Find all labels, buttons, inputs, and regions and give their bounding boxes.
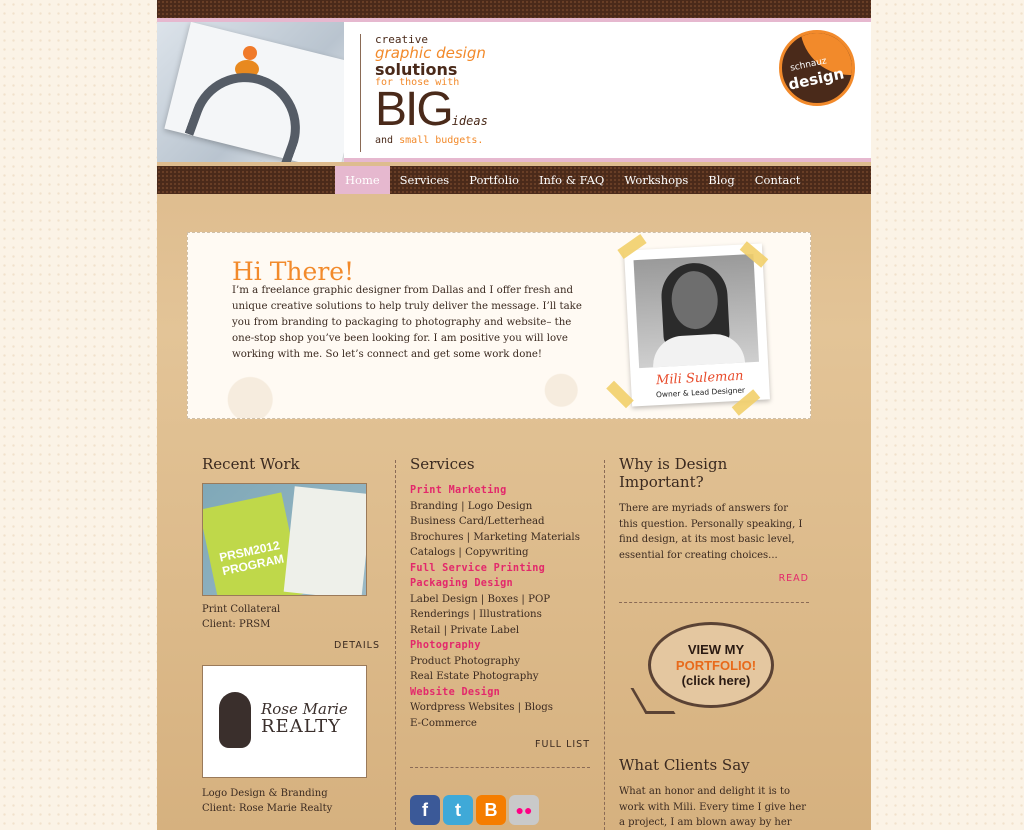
service-category[interactable]: Website Design	[410, 685, 590, 701]
keyhole-logo-icon	[219, 692, 251, 748]
recent-work-client-2: Client: Rose Marie Realty	[202, 803, 333, 814]
flickr-icon[interactable]: ●●	[509, 795, 539, 825]
facebook-icon[interactable]: f	[410, 795, 440, 825]
profile-photo	[633, 253, 760, 369]
clients-text: What an honor and delight it is to work …	[619, 786, 807, 828]
services-column: Services Print Marketing Branding | Logo …	[410, 455, 590, 768]
service-category[interactable]: Print Marketing	[410, 483, 590, 499]
tagline-ideas: ideas	[451, 114, 488, 128]
rose-marie-logo-line2: REALTY	[261, 716, 342, 737]
page: creative graphic design solutions for th…	[157, 0, 871, 830]
intro-heading: Hi There!	[232, 257, 355, 286]
main-navbar: Home Services Portfolio Info & FAQ Works…	[157, 166, 871, 194]
prsm-book-text: PRSM2012 PROGRAM	[218, 538, 286, 579]
nav-services[interactable]: Services	[390, 166, 460, 194]
tagline-and: and	[375, 135, 394, 146]
hero-photo	[157, 22, 344, 162]
recent-work-client-1: Client: PRSM	[202, 619, 271, 630]
nav-portfolio[interactable]: Portfolio	[459, 166, 529, 194]
service-item[interactable]: Brochures | Marketing Materials	[410, 530, 590, 546]
service-item[interactable]: Retail | Private Label	[410, 623, 590, 639]
site-header: creative graphic design solutions for th…	[157, 22, 871, 162]
service-category[interactable]: Photography	[410, 638, 590, 654]
recent-work-thumb-prsm[interactable]: PRSM2012 PROGRAM	[202, 483, 367, 596]
nav-info-faq[interactable]: Info & FAQ	[529, 166, 614, 194]
recent-work-title: Recent Work	[202, 455, 300, 473]
twitter-icon[interactable]: t	[443, 795, 473, 825]
nav-workshops[interactable]: Workshops	[614, 166, 698, 194]
service-item[interactable]: Business Card/Letterhead	[410, 514, 590, 530]
main-nav: Home Services Portfolio Info & FAQ Works…	[335, 166, 810, 194]
client-testimonials: What Clients Say What an honor and delig…	[619, 756, 809, 830]
why-design-text: There are myriads of answers for this qu…	[619, 503, 803, 561]
bubble-line-1: VIEW MY	[687, 642, 745, 657]
why-design-column: Why is Design Important? There are myria…	[619, 455, 809, 603]
service-category[interactable]: Full Service Printing	[410, 561, 590, 577]
services-list: Print Marketing Branding | Logo Design Bus…	[410, 483, 590, 731]
service-item[interactable]: E-Commerce	[410, 716, 590, 732]
read-link[interactable]: READ	[619, 573, 809, 584]
service-item[interactable]: Branding | Logo Design	[410, 499, 590, 515]
service-item[interactable]: Wordpress Websites | Blogs	[410, 700, 590, 716]
details-link[interactable]: DETAILS	[202, 640, 380, 651]
intro-text: I’m a freelance graphic designer from Da…	[232, 285, 582, 360]
service-item[interactable]: Real Estate Photography	[410, 669, 590, 685]
why-divider	[619, 602, 809, 603]
nav-blog[interactable]: Blog	[698, 166, 744, 194]
tape-decoration	[606, 380, 634, 409]
why-design-title: Why is Design Important?	[619, 455, 728, 491]
tagline-graphic-design: graphic design	[375, 44, 486, 62]
service-category[interactable]: Packaging Design	[410, 576, 590, 592]
service-item[interactable]: Label Design | Boxes | POP	[410, 592, 590, 608]
recent-work-caption-1: Print Collateral	[202, 604, 281, 615]
nav-home[interactable]: Home	[335, 166, 390, 194]
clients-title: What Clients Say	[619, 756, 750, 774]
bubble-line-3: (click here)	[681, 673, 751, 688]
recent-work-caption-2: Logo Design & Branding	[202, 788, 328, 799]
services-title: Services	[410, 455, 475, 473]
service-item[interactable]: Renderings | Illustrations	[410, 607, 590, 623]
social-icons: f t B ●●	[410, 795, 539, 825]
bubble-line-2: PORTFOLIO!	[675, 658, 757, 673]
tagline-solutions: solutions	[375, 60, 458, 79]
service-item[interactable]: Product Photography	[410, 654, 590, 670]
recent-work-thumb-rose-marie[interactable]: Rose Marie REALTY	[202, 665, 367, 778]
blogger-icon[interactable]: B	[476, 795, 506, 825]
full-list-link[interactable]: FULL LIST	[410, 739, 590, 750]
recent-work-column: Recent Work PRSM2012 PROGRAM Print Colla…	[202, 455, 380, 816]
view-portfolio-bubble[interactable]: VIEW MY PORTFOLIO! (click here)	[630, 620, 782, 716]
top-pattern-bar	[157, 0, 871, 22]
services-divider	[410, 767, 590, 768]
schnauz-design-logo[interactable]: schnauz design	[779, 30, 855, 106]
service-item[interactable]: Catalogs | Copywriting	[410, 545, 590, 561]
tagline: creative graphic design solutions for th…	[360, 34, 500, 152]
nav-contact[interactable]: Contact	[745, 166, 811, 194]
tagline-big: BIG	[375, 83, 454, 136]
tagline-small-budgets: small budgets.	[399, 135, 484, 146]
intro-panel: Hi There! I’m a freelance graphic design…	[187, 232, 811, 419]
profile-polaroid: Mili Suleman Owner & Lead Designer	[624, 243, 770, 407]
column-divider	[395, 460, 396, 830]
column-divider	[604, 460, 605, 830]
